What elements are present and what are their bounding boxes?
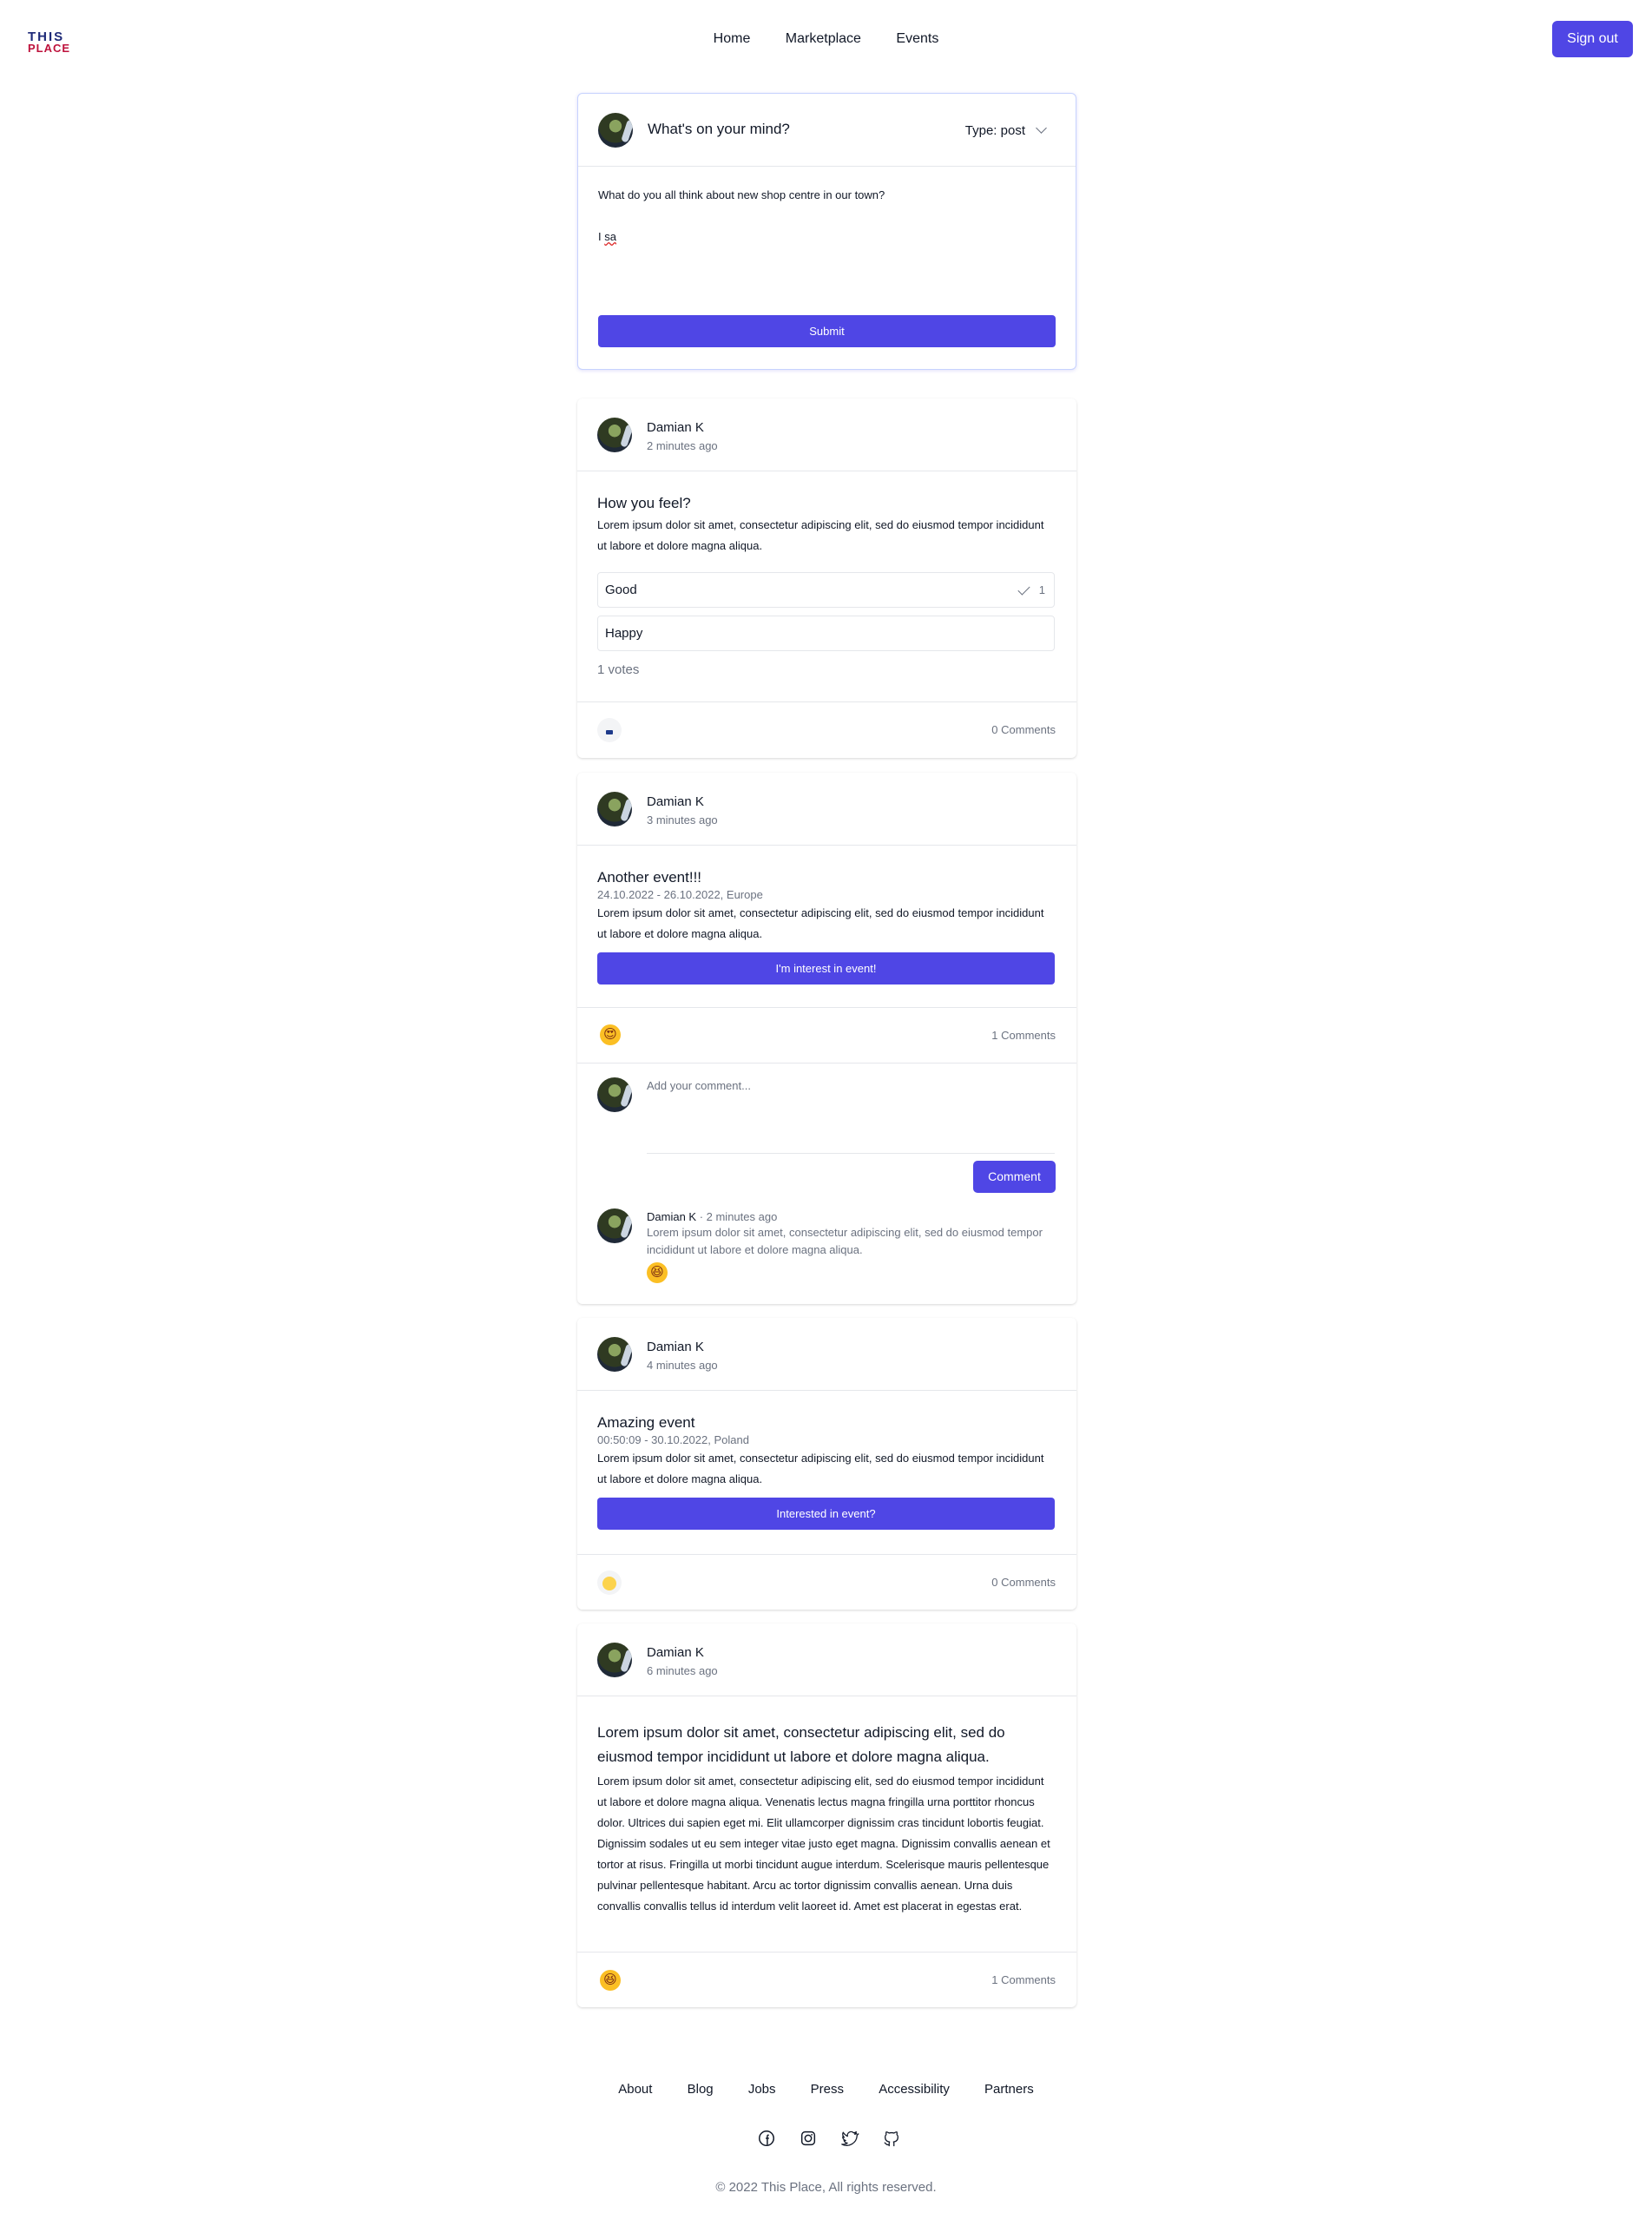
post-time: 4 minutes ago bbox=[647, 1359, 718, 1372]
main-nav: Home Marketplace Events bbox=[0, 31, 1652, 47]
post-time: 2 minutes ago bbox=[647, 439, 718, 452]
comment-author: Damian K · 2 minutes ago bbox=[647, 1210, 778, 1223]
footer-link-about[interactable]: About bbox=[618, 2082, 652, 2097]
post-type-label: Type: post bbox=[964, 123, 1025, 138]
footer-link-partners[interactable]: Partners bbox=[984, 2082, 1034, 2097]
sign-out-button[interactable]: Sign out bbox=[1552, 21, 1633, 57]
event-title: Amazing event bbox=[597, 1414, 695, 1431]
avatar[interactable] bbox=[597, 792, 632, 826]
composer-text-line-1: What do you all think about new shop cen… bbox=[598, 188, 885, 201]
avatar bbox=[598, 113, 633, 148]
heart-eyes-emoji-icon[interactable]: 😍 bbox=[600, 1024, 621, 1045]
comments-count[interactable]: 1 Comments bbox=[991, 1029, 1056, 1042]
post-footer: 0 Comments bbox=[577, 701, 1076, 757]
event-dates: 00:50:09 - 30.10.2022, Poland bbox=[597, 1433, 749, 1446]
social-links bbox=[750, 2129, 906, 2150]
avatar[interactable] bbox=[597, 1643, 632, 1677]
post-text: Lorem ipsum dolor sit amet, consectetur … bbox=[597, 518, 1044, 552]
post-header: Damian K 3 minutes ago bbox=[577, 773, 1076, 846]
reaction-button[interactable] bbox=[597, 718, 622, 742]
avatar[interactable] bbox=[597, 1337, 632, 1372]
footer-links: About Blog Jobs Press Accessibility Part… bbox=[0, 2082, 1652, 2097]
post-footer: 😍 1 Comments bbox=[577, 1007, 1076, 1063]
facebook-icon[interactable] bbox=[757, 2129, 776, 2148]
chevron-down-icon bbox=[1036, 122, 1047, 134]
github-icon[interactable] bbox=[882, 2129, 901, 2148]
nav-events[interactable]: Events bbox=[896, 31, 938, 47]
check-icon bbox=[1017, 583, 1030, 596]
avatar bbox=[597, 1077, 632, 1112]
avatar[interactable] bbox=[597, 418, 632, 452]
smile-emoji-icon bbox=[602, 1577, 616, 1591]
post-footer: 0 Comments bbox=[577, 1554, 1076, 1610]
post-footer: 😆 1 Comments bbox=[577, 1952, 1076, 2007]
post-text: Lorem ipsum dolor sit amet, consectetur … bbox=[597, 1775, 1050, 1913]
poll-option-count: 1 bbox=[1038, 583, 1045, 596]
post-title: Lorem ipsum dolor sit amet, consectetur … bbox=[597, 1724, 1005, 1765]
nav-home[interactable]: Home bbox=[714, 31, 751, 47]
flag-icon bbox=[606, 730, 613, 734]
poll-votes-count: 1 votes bbox=[597, 662, 640, 677]
reaction-button[interactable] bbox=[597, 1571, 622, 1595]
post-header: Damian K 4 minutes ago bbox=[577, 1318, 1076, 1391]
composer-textarea[interactable]: What do you all think about new shop cen… bbox=[578, 167, 1076, 370]
comment-input[interactable]: Add your comment... bbox=[647, 1079, 1055, 1154]
interest-event-button[interactable]: I'm interest in event! bbox=[597, 952, 1055, 985]
nav-marketplace[interactable]: Marketplace bbox=[786, 31, 861, 47]
laughing-emoji-icon[interactable]: 😆 bbox=[647, 1262, 668, 1283]
event-dates: 24.10.2022 - 26.10.2022, Europe bbox=[597, 888, 763, 901]
post-author[interactable]: Damian K bbox=[647, 420, 704, 435]
submit-button[interactable]: Submit bbox=[598, 315, 1056, 347]
post-title: How you feel? bbox=[597, 495, 691, 511]
post-header: Damian K 6 minutes ago bbox=[577, 1623, 1076, 1696]
footer-link-blog[interactable]: Blog bbox=[688, 2082, 714, 2097]
post-author[interactable]: Damian K bbox=[647, 1340, 704, 1354]
footer-link-jobs[interactable]: Jobs bbox=[748, 2082, 776, 2097]
laughing-emoji-icon[interactable]: 😆 bbox=[600, 1970, 621, 1991]
post-card-text: Damian K 6 minutes ago Lorem ipsum dolor… bbox=[577, 1623, 1076, 2007]
post-header: Damian K 2 minutes ago bbox=[577, 398, 1076, 471]
post-text: Lorem ipsum dolor sit amet, consectetur … bbox=[597, 1452, 1044, 1485]
footer-link-press[interactable]: Press bbox=[811, 2082, 844, 2097]
poll-option-good[interactable]: Good 1 bbox=[597, 572, 1055, 608]
comments-count[interactable]: 0 Comments bbox=[991, 1576, 1056, 1589]
comment-button[interactable]: Comment bbox=[973, 1161, 1056, 1193]
post-author[interactable]: Damian K bbox=[647, 1645, 704, 1660]
composer-header: What's on your mind? Type: post bbox=[578, 94, 1076, 167]
post-card-event: Damian K 3 minutes ago Another event!!! … bbox=[577, 773, 1076, 1304]
post-time: 3 minutes ago bbox=[647, 813, 718, 826]
post-time: 6 minutes ago bbox=[647, 1664, 718, 1677]
post-card-event-2: Damian K 4 minutes ago Amazing event 00:… bbox=[577, 1318, 1076, 1610]
post-type-select[interactable]: Type: post bbox=[964, 122, 1047, 138]
copyright-text: © 2022 This Place, All rights reserved. bbox=[715, 2180, 937, 2195]
composer-text-line-2: I sa bbox=[598, 230, 616, 243]
comments-count[interactable]: 0 Comments bbox=[991, 723, 1056, 736]
twitter-icon[interactable] bbox=[840, 2129, 859, 2148]
comments-count[interactable]: 1 Comments bbox=[991, 1973, 1056, 1986]
interest-event-button[interactable]: Interested in event? bbox=[597, 1498, 1055, 1530]
footer-link-accessibility[interactable]: Accessibility bbox=[879, 2082, 950, 2097]
post-card-poll: Damian K 2 minutes ago How you feel? Lor… bbox=[577, 398, 1076, 758]
avatar[interactable] bbox=[597, 1208, 632, 1243]
comments-section: Add your comment... Comment Damian K · 2… bbox=[577, 1063, 1076, 1304]
composer-title: What's on your mind? bbox=[648, 121, 790, 137]
comment-text: Lorem ipsum dolor sit amet, consectetur … bbox=[647, 1226, 1043, 1256]
event-title: Another event!!! bbox=[597, 869, 702, 886]
poll-option-happy[interactable]: Happy bbox=[597, 616, 1055, 651]
instagram-icon[interactable] bbox=[799, 2129, 818, 2148]
top-header: THIS PLACE Home Marketplace Events Sign … bbox=[0, 0, 1652, 80]
post-composer: What's on your mind? Type: post What do … bbox=[577, 93, 1076, 370]
post-text: Lorem ipsum dolor sit amet, consectetur … bbox=[597, 906, 1044, 940]
post-author[interactable]: Damian K bbox=[647, 794, 704, 809]
